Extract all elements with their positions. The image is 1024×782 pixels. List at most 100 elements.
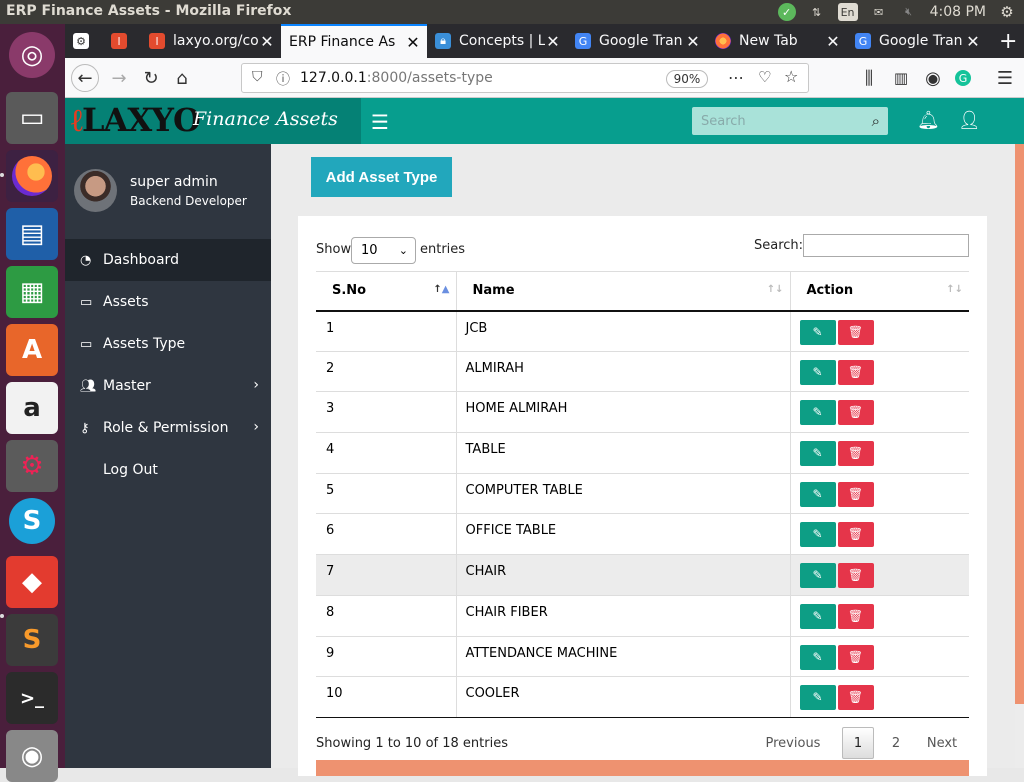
home-icon[interactable]: ⌂ [168,64,196,92]
info-icon[interactable]: ⓘ [276,69,290,89]
sidebar-item-assets[interactable]: ▭ Assets [65,281,271,323]
page-scrollbar[interactable] [1015,144,1024,768]
column-header-action[interactable]: Action ↑↓ [789,271,969,312]
close-tab-icon[interactable]: ✕ [965,32,981,51]
bookmark-star-icon[interactable]: ☆ [784,67,798,86]
sidebar-item-master[interactable]: 👥︎ Master › [65,365,271,407]
close-tab-icon[interactable]: ✕ [825,32,841,51]
delete-button[interactable]: 🗑︎ [837,522,874,548]
edit-button[interactable]: ✎ [799,563,836,589]
notification-bell-icon[interactable]: 🔔︎ [917,110,940,131]
anydesk-icon[interactable]: ◆ [6,556,58,608]
pagination-next[interactable]: Next [920,727,964,759]
add-asset-type-button[interactable]: Add Asset Type [311,157,452,197]
mail-icon[interactable]: ✉ [870,3,888,21]
cell-name: JCB [455,310,790,352]
hamburger-menu-icon[interactable]: ☰ [991,64,1019,92]
skype-icon[interactable]: S [9,498,55,544]
sidebar-item-assets-type[interactable]: ▭ Assets Type [65,323,271,365]
edit-button[interactable]: ✎ [799,319,836,345]
terminal-icon[interactable]: >_ [6,672,58,724]
edit-button[interactable]: ✎ [799,603,836,629]
forward-arrow-icon[interactable]: → [105,64,133,92]
delete-button[interactable]: 🗑︎ [837,481,874,507]
back-arrow-icon[interactable]: ← [71,64,99,92]
system-settings-icon[interactable]: ⚙ [6,440,58,492]
reload-icon[interactable]: ↻ [137,64,165,92]
library-icon[interactable]: ⫼ [855,64,883,92]
page-actions-icon[interactable]: ⋯ [728,68,744,87]
delete-button[interactable]: 🗑︎ [837,563,874,589]
pagination-page-1[interactable]: 1 [842,727,874,759]
table-search-input[interactable] [803,234,969,257]
calc-icon[interactable]: ▦ [6,266,58,318]
edit-button[interactable]: ✎ [799,644,836,670]
delete-button[interactable]: 🗑︎ [837,400,874,426]
tab-erp-finance[interactable]: ERP Finance As ✕ [281,24,427,58]
column-header-name[interactable]: Name ↑↓ [455,271,790,312]
network-arrows-icon[interactable]: ⇅ [808,3,826,21]
update-check-icon[interactable]: ✓ [777,3,796,21]
search-icon[interactable]: ⌕ [872,112,880,130]
browser-nav-bar: ← → ↻ ⌂ ⛉ ⓘ 127.0.0.1:8000/assets-type 9… [65,58,1024,98]
url-bar[interactable]: ⛉ ⓘ 127.0.0.1:8000/assets-type 90% ⋯ ♡ ☆ [241,63,809,93]
tab-new-tab[interactable]: New Tab ✕ [707,24,847,58]
new-tab-button[interactable]: + [991,24,1021,58]
delete-button[interactable]: 🗑︎ [837,319,874,345]
edit-button[interactable]: ✎ [799,522,836,548]
brand-logo[interactable]: ℓLAXYO Finance Assets [65,98,361,144]
edit-button[interactable]: ✎ [799,441,836,467]
settings-gear-icon[interactable]: ⚙ [998,3,1016,21]
grammarly-icon[interactable]: G [949,64,977,92]
column-header-sno[interactable]: S.No ↑▲ [316,271,456,312]
sidebar-item-dashboard[interactable]: ◔ Dashboard [65,239,271,281]
sidebar-item-logout[interactable]: Log Out [65,449,271,491]
tab-extension[interactable]: ⚙ [65,24,103,58]
entries-per-page-select[interactable]: 10 ⌄ [351,237,416,264]
ubuntu-dash-icon[interactable]: ◎ [9,32,55,78]
menu-toggle-icon[interactable]: ☰ [371,110,389,134]
close-tab-icon[interactable]: ✕ [259,32,275,51]
firefox-launcher-icon[interactable] [6,150,58,202]
sidebar-item-role-permission[interactable]: ⚷ Role & Permission › [65,407,271,449]
dashboard-icon: ◔ [80,252,92,268]
close-tab-icon[interactable]: ✕ [405,33,421,52]
sublime-text-icon[interactable]: S [6,614,58,666]
camera-icon[interactable]: ◉ [6,730,58,782]
delete-button[interactable]: 🗑︎ [837,359,874,385]
sidebar-toggle-icon[interactable]: ▥ [887,64,915,92]
cell-action: ✎ 🗑︎ [789,473,969,515]
files-icon[interactable]: ▭ [6,92,58,144]
edit-button[interactable]: ✎ [799,481,836,507]
edit-button[interactable]: ✎ [799,685,836,711]
pagination-previous[interactable]: Previous [758,727,828,759]
pocket-icon[interactable]: ♡ [758,68,771,86]
scrollbar-thumb[interactable] [1015,144,1024,704]
account-icon[interactable]: ◉ [919,64,947,92]
delete-button[interactable]: 🗑︎ [837,441,874,467]
amazon-icon[interactable]: a [6,382,58,434]
volume-muted-icon[interactable]: 🔇︎ [900,3,918,21]
edit-button[interactable]: ✎ [799,359,836,385]
shield-icon[interactable]: ⛉ [252,69,263,85]
keyboard-layout-indicator[interactable]: En [837,3,858,21]
tab-laxyo-pinned[interactable]: l [103,24,141,58]
close-tab-icon[interactable]: ✕ [545,32,561,51]
delete-button[interactable]: 🗑︎ [837,603,874,629]
zoom-level[interactable]: 90% [666,70,708,88]
clock[interactable]: 4:08 PM [930,4,986,20]
tab-concepts[interactable]: 🔒︎ Concepts | L ✕ [427,24,567,58]
writer-icon[interactable]: ▤ [6,208,58,260]
user-profile-icon[interactable]: 👤︎ [958,110,981,131]
tab-google-translate-2[interactable]: G Google Tran ✕ [847,24,987,58]
trash-icon: 🗑︎ [847,608,864,623]
tab-google-translate[interactable]: G Google Tran ✕ [567,24,707,58]
pagination-page-2[interactable]: 2 [880,727,912,759]
software-center-icon[interactable]: A [6,324,58,376]
edit-button[interactable]: ✎ [799,400,836,426]
tab-laxyo[interactable]: l laxyo.org/co ✕ [141,24,281,58]
header-search-input[interactable] [692,107,852,135]
delete-button[interactable]: 🗑︎ [837,644,874,670]
delete-button[interactable]: 🗑︎ [837,685,874,711]
close-tab-icon[interactable]: ✕ [685,32,701,51]
